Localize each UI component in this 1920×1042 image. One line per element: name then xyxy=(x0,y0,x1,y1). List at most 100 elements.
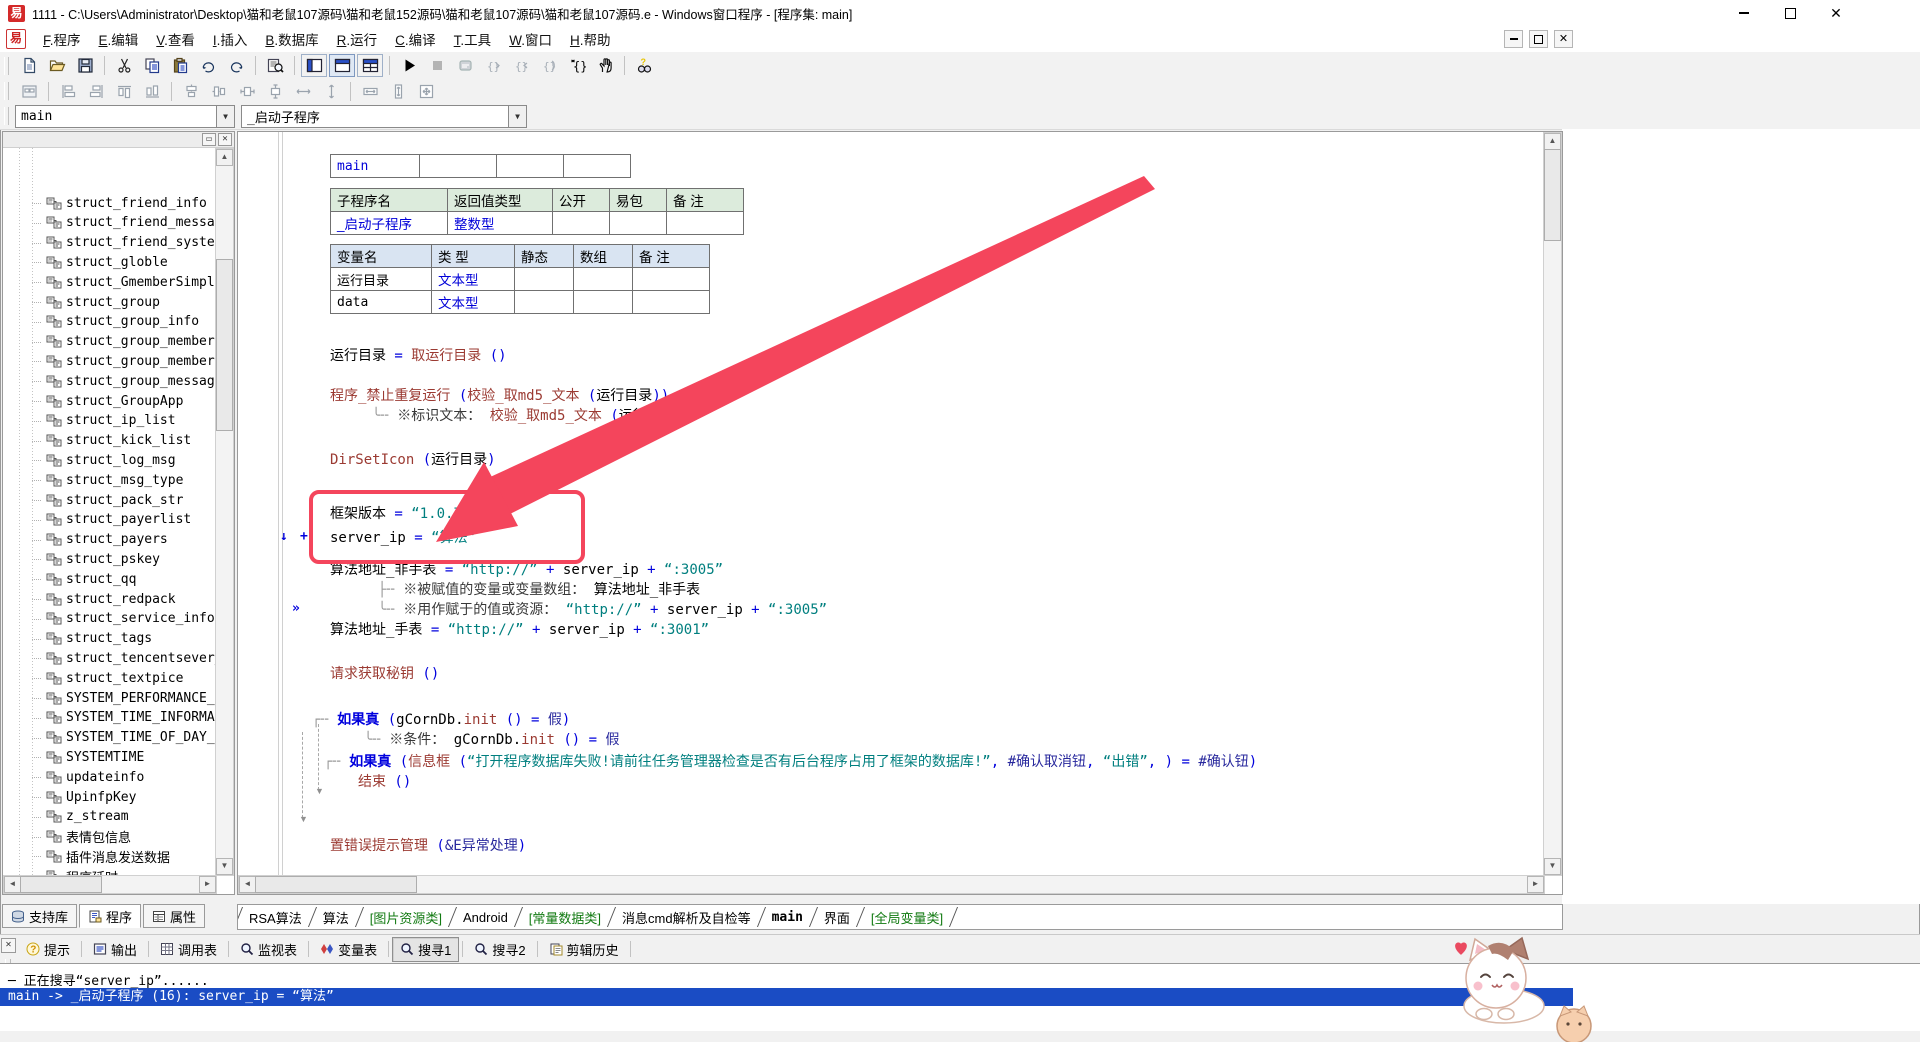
tree-item[interactable]: struct_friend_info xyxy=(4,194,207,212)
code-line[interactable]: ┌╌ 如果真 (gCornDb.init () = 假) xyxy=(312,710,570,730)
editor-tab-界面[interactable]: 界面 xyxy=(814,905,860,929)
editor-tab-main[interactable]: main xyxy=(762,905,813,929)
fit-v-button[interactable] xyxy=(318,80,344,103)
minimize-button[interactable] xyxy=(1721,0,1767,26)
tree-item[interactable]: struct_group_memberinf xyxy=(4,352,216,370)
tree-item[interactable]: struct_msg_type xyxy=(4,471,183,489)
table-cell[interactable] xyxy=(515,268,574,291)
menu-item-7[interactable]: T.工具 xyxy=(445,29,501,49)
tree-scroll-thumb[interactable] xyxy=(216,259,233,431)
mdi-restore-button[interactable] xyxy=(1529,30,1548,48)
panel-tab-属性[interactable]: 属性 xyxy=(143,904,205,928)
brace-out-button[interactable]: {} xyxy=(480,54,506,77)
table-cell[interactable]: 文本型 xyxy=(432,268,515,291)
debug-button[interactable] xyxy=(452,54,478,77)
redo-button[interactable] xyxy=(195,54,221,77)
code-line[interactable]: ┌╌ 如果真 (信息框 (“打开程序数据库失败!请前往任务管理器检查是否有后台程… xyxy=(324,752,1257,772)
tree-item[interactable]: struct_group_info xyxy=(4,313,199,331)
tree-item[interactable]: struct_ip_list xyxy=(4,412,176,430)
tree-vertical-scrollbar[interactable]: ▲ ▼ xyxy=(215,148,234,876)
output-result-line-selected[interactable]: main -> _启动子程序 (16): server_ip = “算法” xyxy=(0,988,1573,1006)
output-tab-监视表[interactable]: 监视表 xyxy=(232,937,305,962)
align-t-button[interactable] xyxy=(111,80,137,103)
tree-item[interactable]: UpinfpKey xyxy=(4,788,136,806)
mdi-minimize-button[interactable] xyxy=(1504,30,1523,48)
procedure-combobox[interactable]: _启动子程序 ▼ xyxy=(241,105,527,128)
table-cell[interactable] xyxy=(564,155,631,178)
table-cell[interactable] xyxy=(667,212,744,235)
menu-item-4[interactable]: B.数据库 xyxy=(256,29,327,49)
output-close-button[interactable]: ✕ xyxy=(1,938,16,953)
size-both-button[interactable] xyxy=(413,80,439,103)
tree-item[interactable]: struct_friend_message xyxy=(4,214,216,232)
find-code-button[interactable] xyxy=(262,54,288,77)
space-h-button[interactable] xyxy=(234,80,260,103)
align-b-button[interactable] xyxy=(139,80,165,103)
size-h-button[interactable] xyxy=(385,80,411,103)
paste-button[interactable] xyxy=(167,54,193,77)
tree-item[interactable]: SYSTEMTIME xyxy=(4,748,144,766)
tree-item[interactable]: struct_payers xyxy=(4,531,168,549)
find-help-button[interactable]: ? xyxy=(631,54,657,77)
run-button[interactable] xyxy=(396,54,422,77)
table-cell[interactable]: 文本型 xyxy=(432,291,515,314)
table-cell[interactable] xyxy=(633,268,710,291)
copy-button[interactable] xyxy=(139,54,165,77)
editor-tab-消息cmd解析及自检等[interactable]: 消息cmd解析及自检等 xyxy=(612,905,761,929)
panel-close-button[interactable]: ✕ xyxy=(218,133,232,146)
layout-left-button[interactable] xyxy=(301,54,327,77)
panel-tab-支持库[interactable]: 支持库 xyxy=(2,904,77,928)
tree-item[interactable]: 插件消息发送数据 xyxy=(4,847,170,865)
tree-item[interactable]: struct_globle xyxy=(4,253,168,271)
tree-item[interactable]: struct_group_message xyxy=(4,372,216,390)
space-v-button[interactable] xyxy=(262,80,288,103)
editor-hscroll-thumb[interactable] xyxy=(255,876,417,893)
editor-horizontal-scrollbar[interactable]: ◄ ► xyxy=(238,875,1545,894)
toolbar-grip[interactable] xyxy=(4,57,9,75)
editor-tab-[图片资源类][interactable]: [图片资源类] xyxy=(360,905,452,929)
editor-tab-RSA算法[interactable]: RSA算法 xyxy=(239,905,312,929)
code-line[interactable]: 算法地址_手表 = “http://” + server_ip + “:3001… xyxy=(330,620,709,640)
tree-horizontal-scrollbar[interactable]: ◄ ► xyxy=(3,875,217,894)
size-w-button[interactable] xyxy=(357,80,383,103)
editor-tab-算法[interactable]: 算法 xyxy=(313,905,359,929)
panel-tab-程序[interactable]: 程序 xyxy=(79,904,141,928)
layout-grid-button[interactable] xyxy=(357,54,383,77)
stop-button[interactable] xyxy=(424,54,450,77)
scroll-left-icon[interactable]: ◄ xyxy=(239,876,256,893)
tree-item[interactable]: struct_tags xyxy=(4,630,152,648)
table-cell[interactable] xyxy=(420,155,497,178)
scroll-right-icon[interactable]: ► xyxy=(199,876,216,893)
table-cell[interactable] xyxy=(497,155,564,178)
table-cell[interactable] xyxy=(610,212,667,235)
table-cell[interactable]: _启动子程序 xyxy=(331,212,448,235)
tree-item[interactable]: struct_GroupApp xyxy=(4,392,183,410)
tree-item[interactable]: struct_friend_system_m xyxy=(4,234,216,252)
menu-item-5[interactable]: R.运行 xyxy=(328,29,387,49)
new-file-button[interactable] xyxy=(16,54,42,77)
cut-button[interactable] xyxy=(111,54,137,77)
layout-top-button[interactable] xyxy=(329,54,355,77)
fit-h-button[interactable] xyxy=(290,80,316,103)
output-status-line[interactable]: ─ 正在搜寻“server_ip”...... xyxy=(8,970,209,989)
tree-hscroll-thumb[interactable] xyxy=(20,876,102,893)
output-text-area[interactable]: ─ 正在搜寻“server_ip”...... main -> _启动子程序 (… xyxy=(0,963,1920,1031)
tree-item[interactable]: z_stream xyxy=(4,808,129,826)
code-line[interactable]: ╰╌ ※条件： gCornDb.init () = 假 xyxy=(364,730,619,750)
output-tab-变量表[interactable]: 变量表 xyxy=(312,937,385,962)
code-line[interactable]: DirSetIcon (运行目录) xyxy=(330,450,496,470)
tree-item[interactable]: struct_tencentsever_li xyxy=(4,649,216,667)
editor-vertical-scrollbar[interactable]: ▲ ▼ xyxy=(1543,132,1562,876)
scroll-down-icon[interactable]: ▼ xyxy=(1544,858,1561,875)
align-l-button[interactable] xyxy=(55,80,81,103)
undo-button[interactable] xyxy=(223,54,249,77)
menu-item-2[interactable]: V.查看 xyxy=(147,29,204,49)
code-line[interactable]: 结束 () xyxy=(358,772,411,792)
editor-tab-[全局变量类][interactable]: [全局变量类] xyxy=(861,905,953,929)
output-tab-输出[interactable]: 输出 xyxy=(85,937,145,962)
menu-item-3[interactable]: I.插入 xyxy=(204,29,257,49)
form-button[interactable] xyxy=(16,80,42,103)
tree-item[interactable]: struct_pskey xyxy=(4,550,160,568)
tree-item[interactable]: struct_payerlist xyxy=(4,511,191,529)
menu-item-0[interactable]: F.程序 xyxy=(34,29,90,49)
